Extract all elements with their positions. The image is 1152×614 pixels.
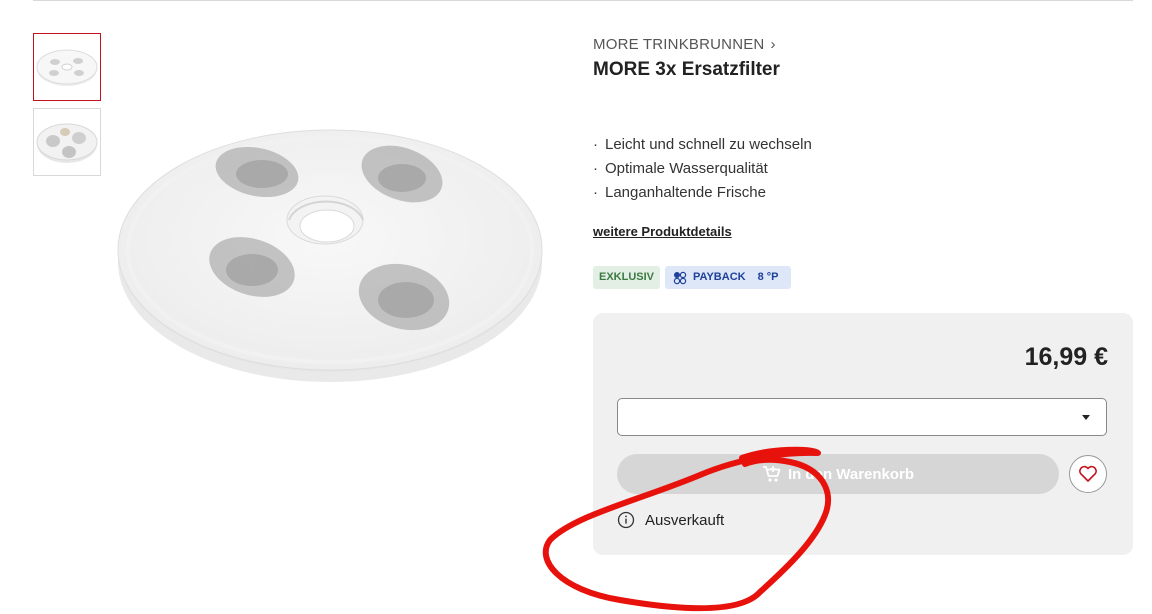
feature-list: · Leicht und schnell zu wechseln · Optimal… [593,134,812,206]
product-title: MORE 3x Ersatzfilter [593,59,780,80]
badge-row: EXKLUSIV PAYBACK 8 °P [593,266,791,289]
feature-item: · Leicht und schnell zu wechseln [593,136,812,153]
product-main-image [117,129,543,382]
thumbnail-filter-top[interactable] [33,33,101,101]
filter-thumbnail-image [36,49,98,86]
info-icon [617,511,635,529]
breadcrumb-link[interactable]: MORE TRINKBRUNNEN [593,36,764,53]
product-details-link[interactable]: weitere Produktdetails [593,224,732,239]
top-divider [33,0,1133,1]
thumbnail-filter-angle[interactable] [33,108,101,176]
availability-text: Ausverkauft [645,511,725,529]
filter-thumbnail-image [36,123,98,163]
chevron-down-icon [1082,415,1090,420]
wishlist-button[interactable] [1069,455,1107,493]
heart-icon [1079,465,1097,482]
buy-box: 16,99 € In den Warenkorb Ausverkauft [593,313,1133,555]
availability-status: Ausverkauft [617,511,724,529]
price: 16,99 € [1024,343,1108,371]
cart-icon [762,466,781,482]
payback-points: 8 °P [757,271,779,283]
payback-icon [673,271,687,284]
variant-select[interactable] [617,398,1107,436]
add-to-cart-button[interactable]: In den Warenkorb [617,454,1059,494]
feature-item: · Optimale Wasserqualität [593,160,768,177]
chevron-right-icon: › [770,36,776,53]
exklusiv-badge: EXKLUSIV [593,266,661,289]
feature-item: · Langanhaltende Frische [593,184,766,201]
payback-label: PAYBACK [693,271,746,283]
payback-badge: PAYBACK 8 °P [665,266,791,289]
breadcrumb[interactable]: MORE TRINKBRUNNEN › [593,36,776,53]
add-to-cart-label: In den Warenkorb [787,465,915,483]
